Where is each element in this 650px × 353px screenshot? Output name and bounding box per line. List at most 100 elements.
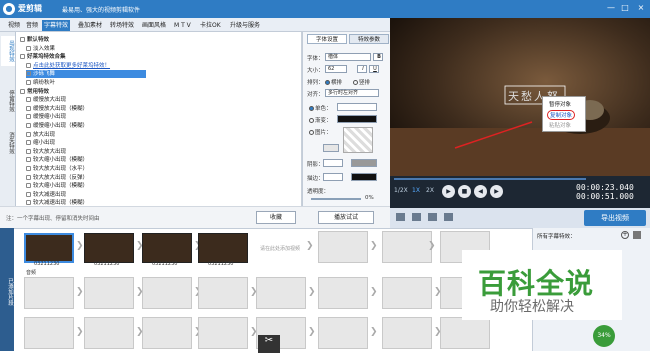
export-video-button[interactable]: 导出视频	[584, 210, 646, 226]
checkbox-icon[interactable]	[26, 114, 31, 120]
stroke-input[interactable]	[323, 173, 343, 181]
solid-color-radio[interactable]: 单色：	[309, 104, 332, 112]
rewind-icon[interactable]: ◀	[474, 185, 487, 198]
menu-overlay[interactable]: 叠加素材	[76, 20, 104, 31]
effect-item[interactable]: 较大放大出现（反弹）	[26, 174, 88, 182]
expand-icon[interactable]	[20, 37, 25, 42]
minimize-icon[interactable]: —	[606, 3, 616, 13]
italic-button[interactable]: I	[357, 65, 367, 73]
seek-bar[interactable]	[394, 178, 586, 180]
speed-2x[interactable]: 2X	[426, 187, 434, 194]
bold-button[interactable]: B	[373, 53, 383, 61]
open-icon[interactable]	[412, 213, 421, 221]
add-icon[interactable]: +	[621, 231, 629, 239]
opacity-slider[interactable]	[311, 198, 361, 200]
checkbox-icon[interactable]	[26, 174, 31, 180]
effect-item[interactable]: 缓慢缩小出现	[26, 113, 66, 121]
checkbox-icon[interactable]	[26, 191, 31, 197]
video-preview[interactable]: 天愁人怒 暂停对象 复制对象 粘贴对象	[390, 18, 650, 176]
collect-button[interactable]: 收藏	[256, 211, 296, 224]
tab-stay[interactable]: 停留特效	[1, 86, 15, 116]
speed-1x[interactable]: 1X	[412, 187, 420, 194]
empty-slot[interactable]	[256, 277, 306, 309]
video-clip[interactable]	[84, 233, 134, 263]
empty-slot[interactable]	[198, 277, 248, 309]
empty-slot[interactable]	[440, 317, 490, 349]
stop-icon[interactable]: ■	[458, 185, 471, 198]
empty-slot[interactable]	[198, 317, 248, 349]
scissors-icon[interactable]: ✂	[258, 335, 280, 353]
empty-slot[interactable]	[142, 277, 192, 309]
tab-disappear[interactable]: 消失特效	[1, 128, 15, 158]
empty-slot[interactable]	[24, 277, 74, 309]
browse-button[interactable]	[323, 144, 339, 152]
checkbox-icon[interactable]	[26, 200, 31, 206]
context-item-paste[interactable]: 粘贴对象	[549, 121, 571, 129]
empty-slot[interactable]	[84, 277, 134, 309]
checkbox-icon[interactable]	[26, 123, 31, 128]
effect-item[interactable]: 较大缩小出现（模糊）	[26, 182, 88, 190]
settings-icon[interactable]	[444, 213, 453, 221]
checkbox-icon[interactable]	[26, 166, 31, 171]
effect-item[interactable]: 缓慢缩小出现（模糊）	[26, 122, 88, 130]
empty-slot[interactable]	[382, 231, 432, 263]
font-select[interactable]: 楷体	[325, 53, 371, 61]
empty-slot[interactable]	[382, 317, 432, 349]
empty-slot[interactable]	[318, 231, 368, 263]
gradient-picker[interactable]	[337, 115, 377, 123]
context-item-copy[interactable]: 复制对象	[547, 110, 576, 120]
empty-slot[interactable]	[84, 317, 134, 349]
empty-slot[interactable]	[318, 277, 368, 309]
solid-color-picker[interactable]	[337, 103, 377, 111]
menu-audio[interactable]: 音频	[24, 20, 40, 31]
tab-effect-params[interactable]: 特效参数	[349, 34, 389, 44]
save-icon[interactable]	[428, 213, 437, 221]
menu-karaoke[interactable]: 卡拉OK	[198, 20, 223, 31]
checkbox-icon[interactable]	[26, 80, 31, 85]
effect-item[interactable]: 放大出现	[26, 131, 55, 139]
stroke-color[interactable]	[351, 173, 377, 181]
play-test-button[interactable]: 播放试试	[318, 211, 374, 224]
add-video-hint[interactable]: 请在此处添加视频	[260, 245, 300, 252]
underline-button[interactable]: U	[369, 65, 379, 73]
effect-item[interactable]: 较大放大出现	[26, 148, 66, 156]
checkbox-icon[interactable]	[26, 131, 31, 137]
trash-icon[interactable]	[633, 231, 641, 239]
menu-upgrade[interactable]: 升级与服务	[228, 20, 262, 31]
effect-item[interactable]: 点击此处获取更多好莱坞特效！	[26, 62, 110, 70]
video-clip[interactable]	[142, 233, 192, 263]
tab-font-settings[interactable]: 字体设置	[307, 34, 347, 44]
effect-group[interactable]: 常用特效	[20, 88, 49, 96]
effect-item[interactable]: 淡入效果	[26, 45, 55, 53]
folder-icon[interactable]	[396, 213, 405, 221]
effect-item[interactable]: 沙砾飞舞	[26, 70, 146, 79]
expand-icon[interactable]	[20, 88, 25, 94]
checkbox-icon[interactable]	[26, 71, 31, 77]
speed-half[interactable]: 1/2X	[394, 187, 408, 194]
shadow-color[interactable]	[351, 159, 377, 167]
gradient-radio[interactable]: 渐变：	[309, 116, 332, 124]
menu-video[interactable]: 视频	[6, 20, 22, 31]
effect-item[interactable]: 缓慢放大出现（模糊）	[26, 105, 88, 113]
empty-slot[interactable]	[382, 277, 432, 309]
context-item-pause[interactable]: 暂停对象	[549, 100, 571, 108]
checkbox-icon[interactable]	[26, 140, 31, 146]
forward-icon[interactable]: ▶	[490, 185, 503, 198]
video-clip[interactable]	[24, 233, 74, 263]
align-select[interactable]: 多行时左对齐	[325, 89, 379, 97]
empty-slot[interactable]	[24, 317, 74, 349]
checkbox-icon[interactable]	[26, 157, 31, 163]
empty-slot[interactable]	[318, 317, 368, 349]
image-preview[interactable]	[343, 127, 373, 153]
checkbox-icon[interactable]	[26, 148, 31, 154]
effect-item[interactable]: 缤纷秋叶	[26, 79, 55, 87]
menu-subtitle-effects[interactable]: 字幕特效	[42, 20, 71, 31]
menu-mtv[interactable]: M T V	[172, 20, 193, 31]
arrange-horizontal-radio[interactable]: 横排	[325, 78, 342, 86]
checkbox-icon[interactable]	[26, 97, 31, 103]
size-input[interactable]: 62	[325, 65, 347, 73]
effect-item[interactable]: 较大减速出现	[26, 191, 66, 199]
play-icon[interactable]: ▶	[442, 185, 455, 198]
effect-item[interactable]: 缓慢放大出现	[26, 96, 66, 104]
timeline-side-tab[interactable]: 已添加片段	[0, 228, 14, 351]
